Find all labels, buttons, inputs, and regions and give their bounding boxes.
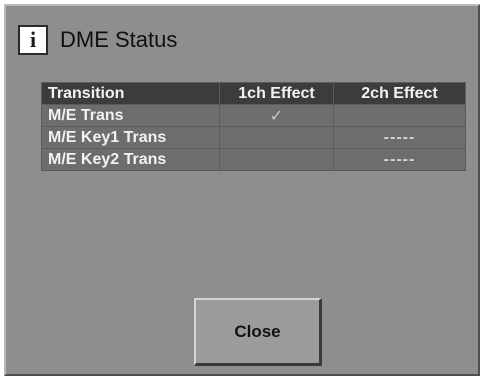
dialog-header: i DME Status bbox=[18, 22, 177, 58]
row-1ch-effect-cell bbox=[219, 148, 334, 171]
header-transition: Transition bbox=[41, 82, 220, 105]
dme-status-dialog: i DME Status Transition 1ch Effect 2ch E… bbox=[4, 4, 480, 376]
info-icon: i bbox=[18, 25, 48, 55]
row-2ch-effect-cell: ----- bbox=[333, 126, 466, 149]
table-header-row: Transition 1ch Effect 2ch Effect bbox=[41, 82, 466, 105]
close-button[interactable]: Close bbox=[194, 298, 322, 366]
row-1ch-effect-cell bbox=[219, 126, 334, 149]
row-transition-label: M/E Trans bbox=[41, 104, 220, 127]
row-transition-label: M/E Key2 Trans bbox=[41, 148, 220, 171]
dialog-title: DME Status bbox=[60, 27, 178, 52]
table-row: M/E Key2 Trans ----- bbox=[41, 148, 466, 171]
header-2ch-effect: 2ch Effect bbox=[333, 82, 466, 105]
unavailable-dashes: ----- bbox=[383, 128, 416, 146]
unavailable-dashes: ----- bbox=[383, 150, 416, 168]
table-row: M/E Key1 Trans ----- bbox=[41, 126, 466, 149]
check-icon: ✓ bbox=[269, 107, 284, 125]
row-transition-label: M/E Key1 Trans bbox=[41, 126, 220, 149]
dme-status-table: Transition 1ch Effect 2ch Effect M/E Tra… bbox=[41, 82, 466, 171]
row-2ch-effect-cell bbox=[333, 104, 466, 127]
row-2ch-effect-cell: ----- bbox=[333, 148, 466, 171]
table-row: M/E Trans ✓ bbox=[41, 104, 466, 127]
row-1ch-effect-cell: ✓ bbox=[219, 104, 334, 127]
header-1ch-effect: 1ch Effect bbox=[219, 82, 334, 105]
